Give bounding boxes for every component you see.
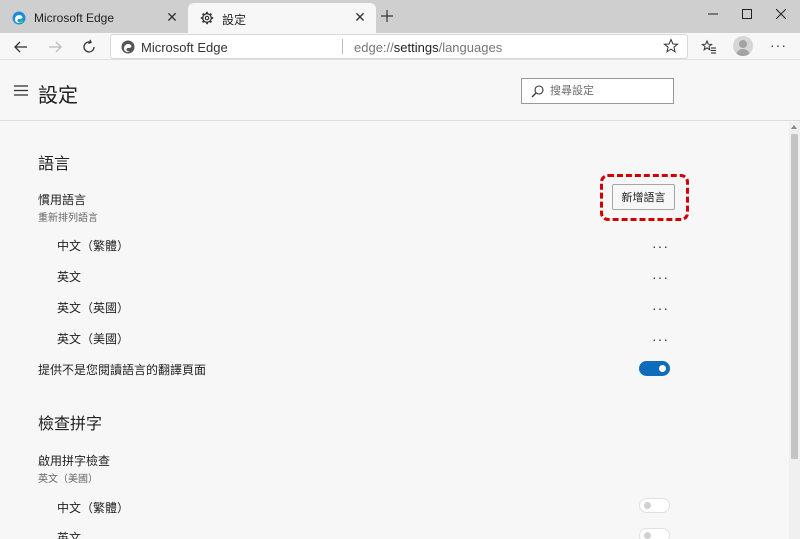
omnibox-separator [342,39,343,54]
forward-arrow-icon [49,41,62,53]
tab-close-icon[interactable]: ✕ [352,9,368,25]
enable-spellcheck-sublabel: 英文（美國） [38,474,98,485]
favorites-button[interactable] [700,38,718,56]
gear-icon [200,11,214,25]
languages-section-title: 語言 [38,156,71,173]
close-window-button[interactable] [758,0,800,28]
edge-logo-icon [12,11,26,25]
refresh-icon [83,39,95,53]
language-item: 中文（繁體） [57,239,130,253]
back-arrow-icon [14,41,27,53]
forward-button[interactable] [46,38,64,56]
preferred-languages-sublabel: 重新排列語言 [38,213,98,224]
preferred-languages-label: 慣用語言 [38,193,87,207]
maximize-icon [742,9,752,19]
more-actions-icon[interactable]: ··· [652,239,669,253]
spellcheck-language-toggle[interactable] [639,528,670,539]
spellcheck-language-toggle[interactable] [639,498,670,513]
more-menu-icon[interactable]: ··· [770,37,787,53]
close-icon [776,9,786,19]
add-language-button[interactable]: 新增語言 [612,184,675,210]
tab-title: 設定 [222,13,247,27]
tab-close-icon[interactable]: ✕ [164,9,180,25]
more-actions-icon[interactable]: ··· [652,332,669,346]
tab-title: Microsoft Edge [34,11,115,25]
tab-strip: Microsoft Edge ✕ 設定 ✕ [0,0,800,33]
more-actions-icon[interactable]: ··· [652,301,669,315]
spellcheck-section-title: 檢查拼字 [38,416,103,433]
favorite-star-icon[interactable] [663,38,679,54]
tab-microsoft-edge[interactable]: Microsoft Edge ✕ [0,3,188,33]
url-text: edge://settings/languages [354,40,503,55]
offer-translate-toggle[interactable] [639,361,670,376]
more-actions-icon[interactable]: ··· [652,270,669,284]
settings-content: 語言 慣用語言 重新排列語言 新增語言 中文（繁體） ··· 英文 ··· 英文… [0,122,788,539]
new-tab-icon[interactable] [379,8,395,24]
refresh-button[interactable] [80,38,98,56]
browser-toolbar: Microsoft Edge edge://settings/languages [0,33,800,60]
spellcheck-language-item: 英文 [57,531,82,539]
language-item: 英文（英國） [57,301,130,315]
language-item: 英文 [57,270,82,284]
enable-spellcheck-label: 啟用拼字檢查 [38,454,111,468]
favorites-list-icon [701,39,716,54]
settings-header: 設定 [0,61,800,121]
scrollbar-thumb[interactable] [791,134,798,459]
page-title: 設定 [38,85,78,107]
vertical-scrollbar[interactable] [789,122,800,539]
search-icon [531,85,544,98]
profile-avatar[interactable] [733,36,753,56]
site-name: Microsoft Edge [141,40,228,55]
offer-translate-label: 提供不是您閱讀語言的翻譯頁面 [38,363,207,377]
hamburger-menu-icon[interactable] [14,85,28,96]
search-input[interactable] [550,82,668,100]
edge-logo-icon [121,40,135,54]
settings-search-box[interactable] [521,78,674,104]
tab-settings[interactable]: 設定 ✕ [188,3,376,33]
back-button[interactable] [12,38,30,56]
language-item: 英文（美國） [57,332,130,346]
minimize-icon [708,13,718,15]
address-bar[interactable]: Microsoft Edge edge://settings/languages [110,34,688,59]
spellcheck-language-item: 中文（繁體） [57,501,130,515]
scroll-up-icon[interactable] [791,125,797,129]
